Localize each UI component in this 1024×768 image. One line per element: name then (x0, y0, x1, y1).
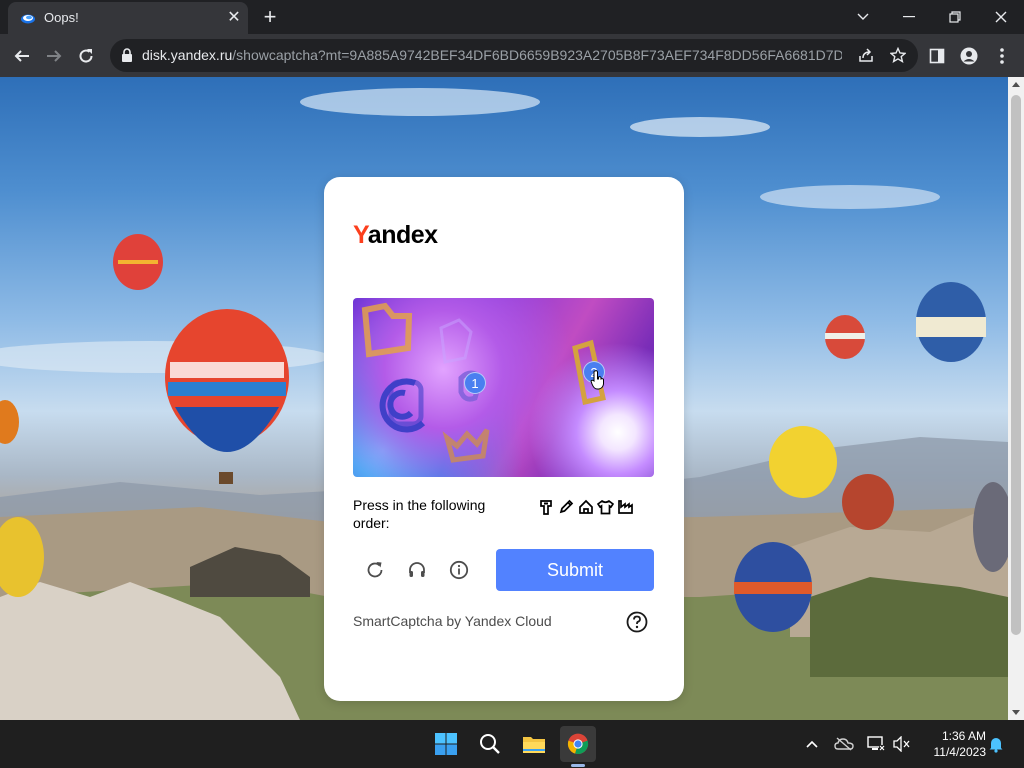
crown-icon (442, 428, 490, 463)
lock-icon[interactable] (120, 48, 134, 63)
url-text[interactable]: disk.yandex.ru/showcaptcha?mt=9A885A9742… (142, 47, 842, 63)
system-clock[interactable]: 1:36 AM 11/4/2023 (920, 728, 987, 760)
new-tab-icon[interactable]: + (258, 6, 282, 30)
scroll-up-arrow-icon[interactable] (1012, 82, 1020, 87)
browser-tab[interactable]: Oops! ✕ (8, 2, 248, 34)
active-app-indicator (571, 764, 585, 767)
bookmark-star-icon[interactable] (884, 41, 912, 69)
submit-button[interactable]: Submit (496, 549, 654, 591)
onedrive-icon[interactable] (834, 734, 854, 754)
side-panel-icon[interactable] (923, 42, 951, 70)
factory-icon (617, 498, 634, 516)
audio-headphones-icon[interactable] (405, 558, 429, 582)
menu-dots-icon[interactable] (988, 42, 1016, 70)
scroll-down-arrow-icon[interactable] (1012, 710, 1020, 715)
help-icon[interactable] (626, 611, 648, 633)
refresh-icon[interactable] (363, 558, 387, 582)
minimize-icon[interactable] (886, 0, 932, 34)
close-tab-icon[interactable]: ✕ (224, 8, 244, 28)
chrome-icon[interactable] (560, 726, 596, 762)
notification-bell-icon[interactable] (986, 734, 1006, 754)
share-icon[interactable] (852, 41, 880, 69)
page-background: Yandex 1 2 Press i (0, 77, 1008, 720)
url-path: /showcaptcha?mt=9A885A9742BEF34DF6BD6659… (232, 47, 842, 63)
network-icon[interactable] (866, 734, 886, 754)
captcha-instruction: Press in the following order: (353, 497, 486, 531)
windows-taskbar: 1:36 AM 11/4/2023 (0, 720, 1024, 768)
tab-title: Oops! (44, 10, 79, 25)
profile-icon[interactable] (955, 42, 983, 70)
yandex-disk-favicon-icon (21, 14, 35, 24)
shield-icon (439, 318, 473, 364)
key-icon (537, 498, 554, 516)
clock-date: 11/4/2023 (933, 745, 987, 759)
pencil-icon (557, 498, 574, 516)
click-marker-1[interactable]: 1 (464, 372, 486, 394)
browser-toolbar: disk.yandex.ru/showcaptcha?mt=9A885A9742… (0, 34, 1024, 77)
page-scrollbar[interactable] (1008, 77, 1024, 720)
captcha-card: Yandex 1 2 Press i (324, 177, 684, 701)
yandex-logo: Yandex (353, 221, 438, 249)
house-icon (577, 498, 594, 516)
scroll-thumb[interactable] (1011, 95, 1021, 635)
hand-cursor-icon (590, 370, 604, 390)
icon-sequence (537, 498, 634, 516)
search-icon[interactable] (472, 726, 508, 762)
restore-icon[interactable] (932, 0, 978, 34)
chevron-up-icon[interactable] (802, 734, 822, 754)
tab-search-icon[interactable] (840, 0, 886, 34)
tab-strip: Oops! ✕ + (0, 0, 1024, 34)
forward-icon[interactable] (40, 42, 68, 70)
clock-time: 1:36 AM (941, 729, 986, 743)
captcha-image[interactable]: 1 2 (353, 298, 654, 477)
tshirt-icon (597, 498, 614, 516)
folder-icon (361, 302, 413, 358)
reload-icon[interactable] (72, 42, 100, 70)
address-bar[interactable]: disk.yandex.ru/showcaptcha?mt=9A885A9742… (110, 39, 918, 72)
file-explorer-icon[interactable] (516, 726, 552, 762)
url-host: disk.yandex.ru (142, 47, 233, 63)
close-window-icon[interactable] (978, 0, 1024, 34)
info-icon[interactable] (447, 558, 471, 582)
smartcaptcha-footer: SmartCaptcha by Yandex Cloud (353, 613, 552, 629)
back-icon[interactable] (8, 42, 36, 70)
windows-start-icon[interactable] (428, 726, 464, 762)
volume-muted-icon[interactable] (892, 734, 912, 754)
